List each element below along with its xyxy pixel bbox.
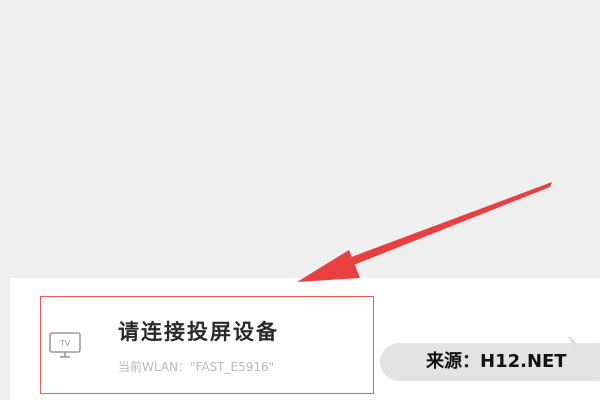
screen: TV 请连接投屏设备 当前WLAN："FAST_E5916" 来源：H12.NE… (0, 0, 600, 400)
current-wlan-info: 当前WLAN："FAST_E5916" (118, 358, 274, 375)
tv-icon: TV (49, 332, 81, 358)
wlan-name: "FAST_E5916" (190, 360, 275, 374)
cast-prompt-title[interactable]: 请连接投屏设备 (118, 316, 279, 346)
svg-text:TV: TV (59, 339, 71, 348)
obscured-text-fragment (454, 384, 584, 400)
wlan-label: 当前WLAN： (118, 360, 191, 374)
source-watermark: 来源：H12.NET (380, 343, 600, 381)
